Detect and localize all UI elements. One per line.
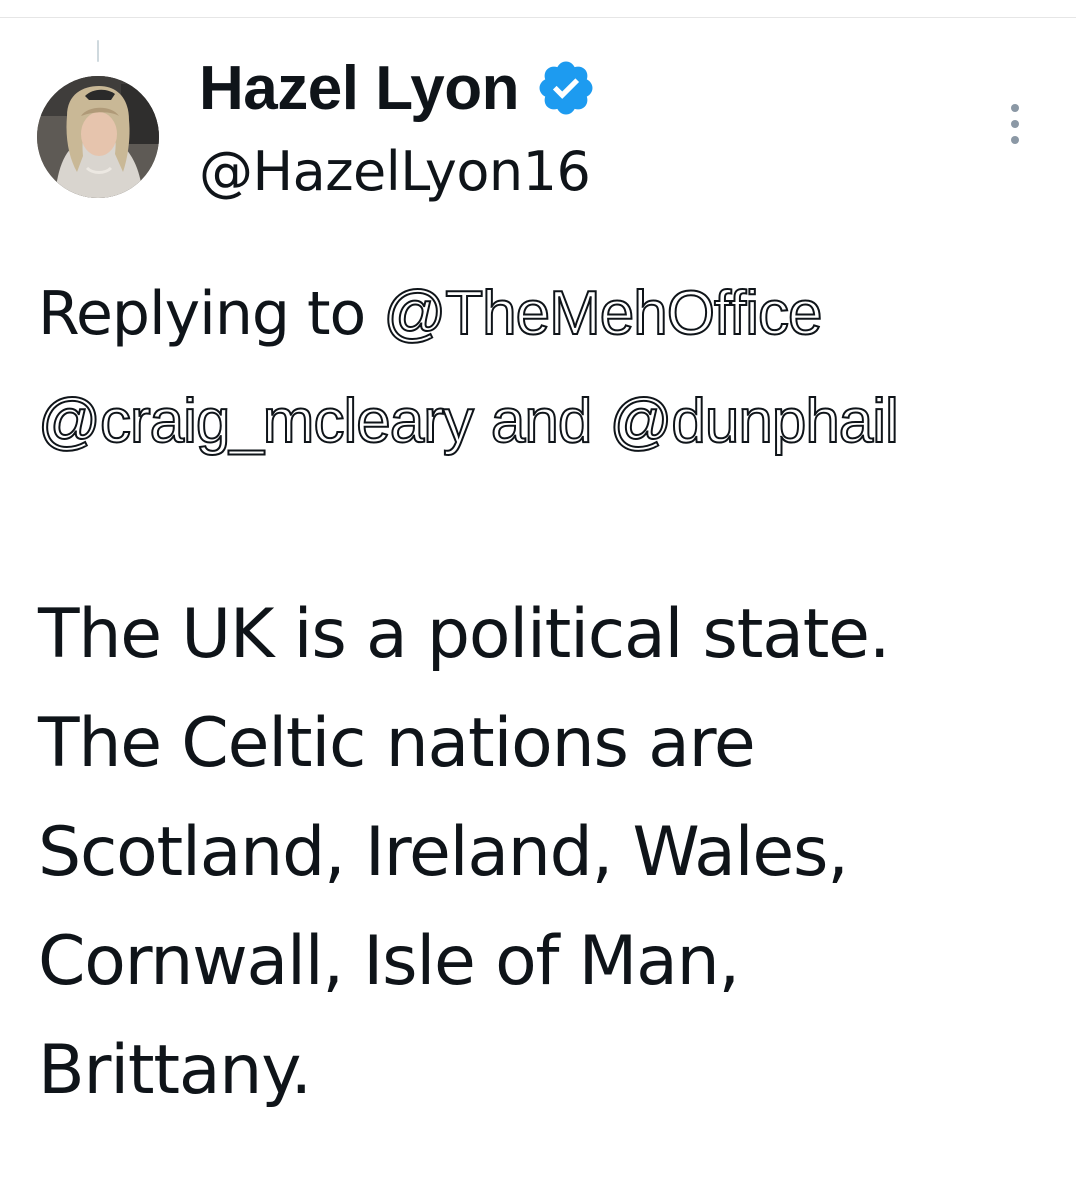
reply-context: Replying to @TheMehOffice @craig_mcleary… bbox=[37, 260, 1048, 476]
tweet-text-line: Brittany. bbox=[38, 1031, 312, 1110]
author-handle[interactable]: @HazelLyon16 bbox=[199, 140, 591, 203]
tweet-text-line: The UK is a political state. bbox=[38, 595, 890, 674]
tweet-text: The UK is a political state. The Celtic … bbox=[38, 580, 1058, 1125]
top-divider bbox=[0, 17, 1076, 18]
more-options-icon[interactable] bbox=[1003, 104, 1027, 144]
thread-connector-line bbox=[97, 40, 99, 62]
profile-photo bbox=[37, 76, 159, 198]
reply-conjunction: and bbox=[490, 386, 593, 457]
more-dot bbox=[1011, 120, 1019, 128]
more-dot bbox=[1011, 104, 1019, 112]
mention-link[interactable]: @craig_mcleary bbox=[37, 386, 475, 457]
mention-link[interactable]: @TheMehOffice bbox=[382, 278, 823, 349]
avatar[interactable] bbox=[37, 76, 159, 198]
mention-link[interactable]: @dunphail bbox=[608, 386, 899, 457]
author-display-name[interactable]: Hazel Lyon bbox=[199, 53, 520, 124]
tweet-text-line: The Celtic nations are bbox=[38, 704, 756, 783]
tweet-text-line: Cornwall, Isle of Man, bbox=[38, 922, 740, 1001]
author-name-row: Hazel Lyon bbox=[199, 48, 597, 128]
verified-badge-icon[interactable] bbox=[535, 57, 597, 119]
more-dot bbox=[1011, 136, 1019, 144]
tweet-text-line: Scotland, Ireland, Wales, bbox=[38, 813, 849, 892]
reply-prefix: Replying to bbox=[38, 279, 366, 349]
